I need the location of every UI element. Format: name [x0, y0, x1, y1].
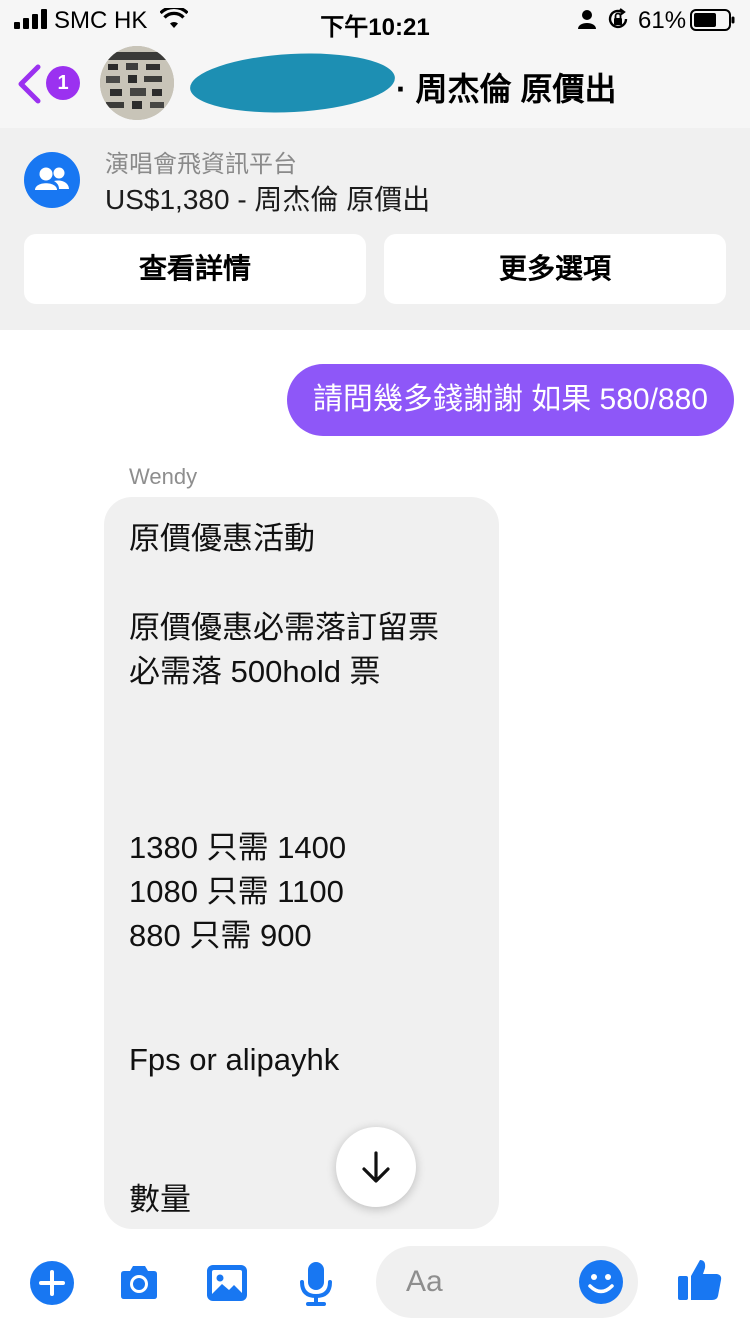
message-line: 數量: [129, 1182, 191, 1217]
composer-bar: Aa: [0, 1230, 750, 1334]
back-chevron-icon: [18, 64, 41, 104]
group-name: 演唱會飛資訊平台: [105, 151, 297, 178]
microphone-icon[interactable]: [293, 1260, 339, 1306]
plus-icon[interactable]: [29, 1260, 75, 1306]
sender-name: Wendy: [129, 464, 198, 489]
chat-header: 1 · 周杰倫 原價出: [0, 40, 750, 128]
marketplace-context-card: 演唱會飛資訊平台 US$1,380 - 周杰倫 原價出 查看詳情 更多選項: [0, 128, 750, 330]
group-icon: [24, 152, 80, 208]
more-options-button[interactable]: 更多選項: [384, 234, 726, 304]
message-input-placeholder: Aa: [406, 1265, 443, 1298]
gallery-icon[interactable]: [204, 1260, 250, 1306]
view-details-button[interactable]: 查看詳情: [24, 234, 366, 304]
emoji-icon[interactable]: [578, 1259, 624, 1305]
camera-icon[interactable]: [116, 1260, 162, 1306]
message-line: 880 只需 900: [129, 918, 312, 953]
message-line: 1080 只需 1100: [129, 874, 344, 909]
sent-message[interactable]: 請問幾多錢謝謝 如果 580/880: [286, 364, 734, 436]
received-message[interactable]: 原價優惠活動 原價優惠必需落訂留票 必需落 500hold 票 1380 只需 …: [104, 497, 499, 1229]
person-icon: [578, 10, 596, 29]
message-line: Fps or alipayhk: [129, 1042, 340, 1077]
unread-badge: 1: [46, 66, 80, 100]
thumbs-up-icon[interactable]: [676, 1256, 724, 1304]
scroll-to-bottom-button[interactable]: [336, 1127, 416, 1207]
avatar[interactable]: [100, 46, 174, 120]
back-button[interactable]: 1: [14, 60, 84, 110]
orientation-lock-icon: [608, 8, 628, 29]
redacted-name: [188, 48, 397, 118]
battery-percent: 61%: [638, 7, 687, 34]
message-line: 必需落 500hold 票: [129, 654, 381, 689]
status-bar: SMC HK 下午10:21 61%: [0, 0, 750, 41]
listing-title: US$1,380 - 周杰倫 原價出: [105, 184, 431, 215]
arrow-down-icon: [362, 1151, 390, 1183]
message-line: 原價優惠必需落訂留票: [129, 610, 439, 645]
battery-icon: [690, 9, 735, 31]
message-input[interactable]: Aa: [376, 1246, 638, 1318]
message-line: 原價優惠活動: [129, 521, 315, 556]
message-line: 1380 只需 1400: [129, 830, 347, 865]
chat-title[interactable]: · 周杰倫 原價出: [396, 64, 616, 110]
